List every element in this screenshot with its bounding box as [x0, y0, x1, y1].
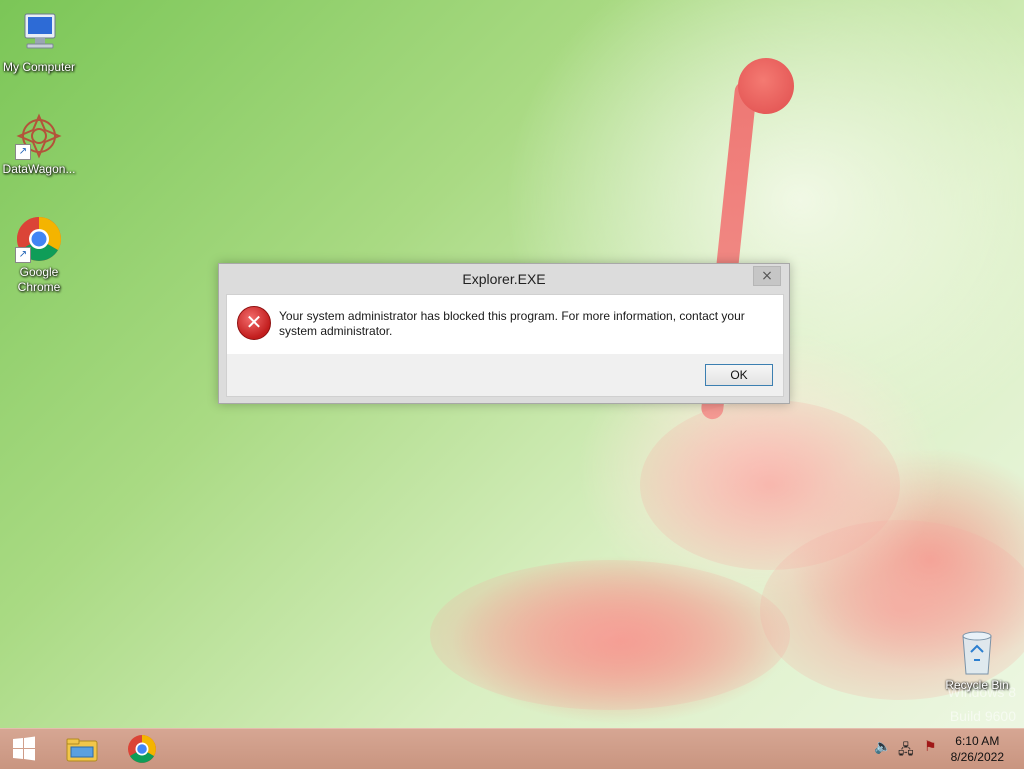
- taskbar-chrome[interactable]: [122, 733, 162, 765]
- desktop-icon-datawagon[interactable]: ↗ DataWagon...: [0, 112, 78, 177]
- desktop-icon-label: Google Chrome: [17, 265, 61, 294]
- dialog-body: ✕ Your system administrator has blocked …: [226, 294, 784, 355]
- dialog-titlebar[interactable]: Explorer.EXE ×: [219, 264, 789, 294]
- action-center-flag-icon[interactable]: ⚑: [924, 739, 937, 755]
- taskbar-clock[interactable]: 6:10 AM 8/26/2022: [951, 733, 1004, 765]
- close-button[interactable]: ×: [753, 266, 781, 286]
- dialog-title: Explorer.EXE: [462, 271, 546, 287]
- wallpaper-flower-bud: [738, 58, 794, 114]
- network-icon[interactable]: 🖧: [898, 739, 914, 763]
- desktop-icon-google-chrome[interactable]: ↗ Google Chrome: [0, 215, 78, 295]
- desktop-icon-my-computer[interactable]: My Computer: [0, 10, 78, 75]
- chrome-icon: [128, 735, 156, 763]
- computer-icon: [15, 10, 63, 58]
- start-button[interactable]: [4, 733, 44, 765]
- windows-watermark-line2: Build 9600: [949, 708, 1016, 724]
- clock-time: 6:10 AM: [955, 734, 1000, 748]
- windows-watermark-line1: Windows 8: [947, 684, 1016, 700]
- recycle-bin-icon: [957, 630, 997, 676]
- wallpaper-petal: [430, 560, 790, 710]
- dialog-message: Your system administrator has blocked th…: [279, 309, 745, 338]
- desktop-icon-label: DataWagon...: [2, 162, 76, 176]
- close-icon: ×: [761, 268, 773, 284]
- error-dialog: Explorer.EXE × ✕ Your system administrat…: [218, 263, 790, 404]
- shortcut-arrow-icon: ↗: [15, 247, 31, 263]
- taskbar: 🔈 🖧 ⚑ 6:10 AM 8/26/2022: [0, 728, 1024, 769]
- taskbar-file-explorer[interactable]: [62, 733, 102, 765]
- desktop-icon-recycle-bin[interactable]: Recycle Bin: [937, 630, 1017, 692]
- file-explorer-icon: [66, 738, 98, 762]
- datawagon-icon: ↗: [15, 112, 63, 160]
- dialog-footer: OK: [226, 354, 784, 397]
- chrome-icon: ↗: [15, 215, 63, 263]
- ok-button[interactable]: OK: [705, 364, 773, 386]
- desktop-icon-label: My Computer: [2, 60, 76, 74]
- clock-date: 8/26/2022: [950, 750, 1004, 764]
- windows-start-icon: [13, 736, 35, 761]
- shortcut-arrow-icon: ↗: [15, 144, 31, 160]
- volume-icon[interactable]: 🔈: [874, 739, 891, 755]
- error-icon: ✕: [237, 306, 271, 340]
